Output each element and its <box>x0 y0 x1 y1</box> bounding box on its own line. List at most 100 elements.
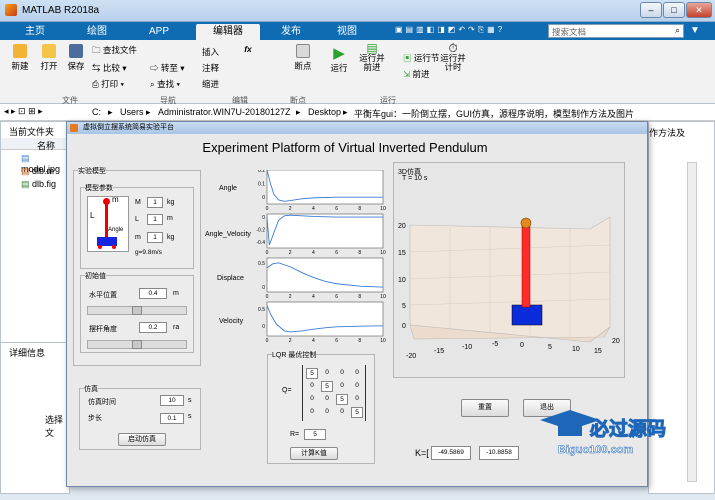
M-input[interactable]: 1 <box>147 197 163 208</box>
tab-view[interactable]: 视图 <box>322 24 372 40</box>
Q-cell: 0 <box>325 395 329 402</box>
R-input[interactable]: 5 <box>304 429 326 440</box>
angle-slider[interactable] <box>87 340 187 349</box>
Q-cell[interactable]: 5 <box>321 381 333 392</box>
y-tick-label: 0.5 <box>258 307 265 313</box>
tab-editor[interactable]: 编辑器 <box>196 24 260 40</box>
filter-icon[interactable]: ▼ <box>690 25 700 36</box>
plot-frame <box>266 170 384 205</box>
x-tick-label: -5 <box>492 341 498 348</box>
Q-cell: 0 <box>310 395 314 402</box>
path-segment-users[interactable]: Users <box>120 107 144 117</box>
tab-publish[interactable]: 发布 <box>266 24 316 40</box>
Q-cell: 0 <box>355 382 359 389</box>
diagram-angle-label: Angle <box>108 227 124 233</box>
close-button[interactable]: ✕ <box>686 2 712 18</box>
breakpoint-icon <box>296 44 310 58</box>
name-column-header[interactable]: 名称 <box>1 138 71 151</box>
breakpoints-label: 断点 <box>294 61 312 71</box>
run-time-button[interactable]: ⏱ 运行并 计时 <box>436 42 470 72</box>
find-button[interactable]: ⌕ 查找 ▾ <box>150 78 194 90</box>
simtime-input[interactable]: 10 <box>160 395 184 406</box>
path-segment-project[interactable]: 平衡车gui：一阶倒立摆，GUI仿真，源程序说明，模型制作方法及图片 <box>354 107 634 120</box>
y-tick-label: -0.4 <box>256 240 265 246</box>
maximize-button[interactable]: □ <box>663 2 685 18</box>
Q-cell[interactable]: 5 <box>306 368 318 379</box>
slider-thumb[interactable] <box>132 306 142 315</box>
hpos-label: 水平位置 <box>89 292 117 299</box>
path-separator-icon: ▸ <box>296 107 301 117</box>
tab-apps[interactable]: APP <box>134 24 184 40</box>
list-item[interactable]: ▤ dlb.fig <box>21 179 56 190</box>
m-input[interactable]: 1 <box>147 232 163 243</box>
L-input[interactable]: 1 <box>147 214 163 225</box>
search-box[interactable]: 搜索文档 ⌕ <box>548 24 684 38</box>
path-segment-desktop[interactable]: Desktop <box>308 107 341 117</box>
step-label: 步长 <box>88 415 102 422</box>
slider-thumb[interactable] <box>132 340 142 349</box>
compare-button[interactable]: ⇆ 比较 ▾ <box>92 62 142 74</box>
print-icon: ⎙ <box>92 79 102 89</box>
x-tick-label: -20 <box>406 353 416 360</box>
current-folder-title: 当前文件夹 <box>9 127 55 137</box>
Q-cell[interactable]: 5 <box>351 407 363 418</box>
right-overflow-text: 作方法及 <box>649 128 686 138</box>
x-tick-label: -10 <box>462 344 472 351</box>
minimize-button[interactable]: – <box>640 2 662 18</box>
hpos-input[interactable]: 0.4 <box>139 288 167 299</box>
goto-button[interactable]: ⇨ 转至 ▾ <box>150 62 194 74</box>
find-files-button[interactable]: 🗀 查找文件 <box>92 44 142 59</box>
breakpoints-button[interactable]: 断点 <box>288 44 318 72</box>
scrollbar[interactable] <box>687 162 697 482</box>
search-icon[interactable]: ⌕ <box>675 25 680 36</box>
search-input[interactable]: 搜索文档 <box>552 26 586 38</box>
x-tick-label: 8 <box>358 206 361 212</box>
start-sim-button[interactable]: 启动仿真 <box>118 433 166 446</box>
indent-button[interactable]: 缩进 <box>202 78 230 90</box>
plot-frame <box>266 213 384 249</box>
find-files-icon: 🗀 <box>92 45 103 55</box>
x-tick-label: 0 <box>520 342 524 349</box>
x-tick-label: 6 <box>335 294 338 300</box>
comment-button[interactable]: 注释 <box>202 62 230 74</box>
quick-access-toolbar[interactable]: ▣▤▥◧◨◩↶↷⎘▦? <box>395 25 535 37</box>
fx-button[interactable]: fx <box>240 44 256 54</box>
new-button[interactable]: 新建 <box>8 44 32 72</box>
folder-icon <box>42 44 56 58</box>
insert-button[interactable]: 插入 <box>202 46 230 58</box>
y-tick-label: 0 <box>262 324 265 330</box>
Q-cell: 0 <box>355 369 359 376</box>
save-button[interactable]: 保存 <box>64 44 88 72</box>
open-button[interactable]: 打开 <box>37 44 61 72</box>
x-tick-label: 4 <box>312 206 315 212</box>
list-item[interactable]: ▤ dlb.m <box>21 166 54 177</box>
hpos-slider[interactable] <box>87 306 187 315</box>
reset-button[interactable]: 重置 <box>461 399 509 417</box>
path-segment-user[interactable]: Administrator.WIN7U-20180127Z <box>158 107 291 117</box>
params-panel-title: 模型参数 <box>85 183 113 193</box>
angle-label: 摆杆角度 <box>89 326 117 333</box>
x-tick-label: 2 <box>289 294 292 300</box>
x-tick-label: 8 <box>358 338 361 344</box>
save-icon <box>69 44 83 58</box>
run-button[interactable]: ▶ 运行 <box>326 44 352 74</box>
print-button[interactable]: ⎙ 打印 ▾ <box>92 78 142 90</box>
run-time-label: 运行并 计时 <box>440 53 466 72</box>
run-advance-button[interactable]: ▤ 运行并 前进 <box>356 42 388 72</box>
step-input[interactable]: 0.1 <box>160 413 184 424</box>
angle-input[interactable]: 0.2 <box>139 322 167 333</box>
x-tick-label: 0 <box>266 294 269 300</box>
nav-arrows-icon[interactable]: ◂ ▸ ⊡ ⊞ ▸ <box>4 106 43 117</box>
plot-label-angle-velocity: Angle_Velocity <box>205 231 251 238</box>
calc-K-button[interactable]: 计算K值 <box>290 447 338 460</box>
path-segment-drive[interactable]: C: <box>92 107 101 117</box>
tab-plots[interactable]: 绘图 <box>72 24 122 40</box>
response-plots: 00.10.20 2 4 6 8 100-0.2-0.40 2 4 6 8 1000.50 2 4 6 8 1… <box>256 170 386 344</box>
goto-icon: ⇨ <box>150 63 161 73</box>
x-tick-label: 8 <box>358 250 361 256</box>
Q-cell: 0 <box>310 408 314 415</box>
gravity-label: g=9.8m/s <box>135 249 162 256</box>
Q-cell[interactable]: 5 <box>336 394 348 405</box>
y-tick-label: 0 <box>262 215 265 221</box>
tab-home[interactable]: 主页 <box>10 24 60 40</box>
